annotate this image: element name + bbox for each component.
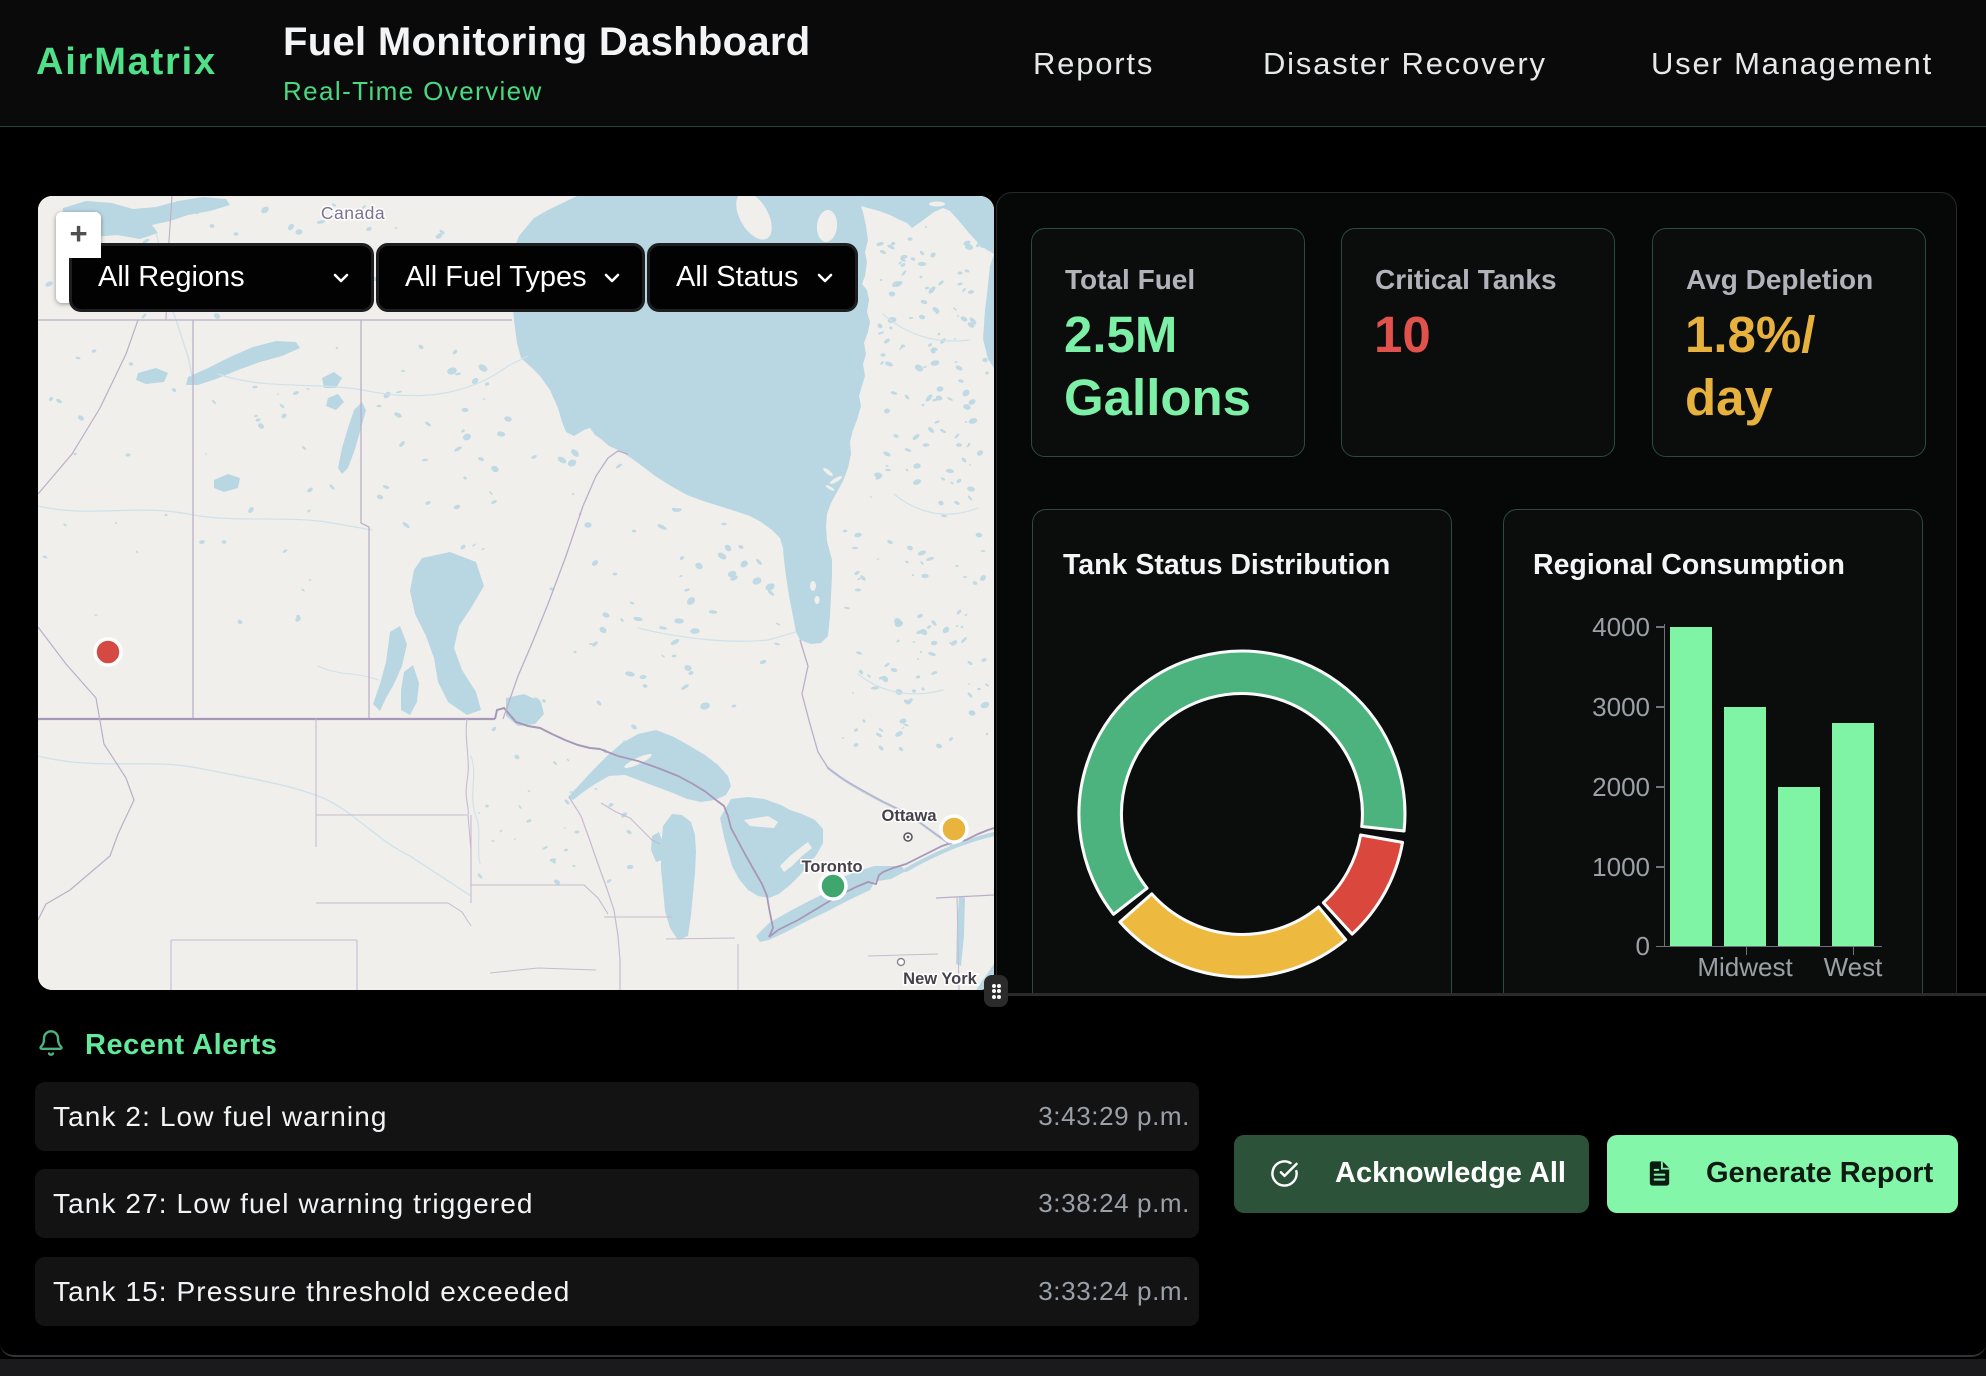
svg-text:Canada: Canada	[321, 203, 385, 223]
svg-text:Ottawa: Ottawa	[881, 807, 937, 825]
svg-text:New York: New York	[903, 970, 977, 988]
